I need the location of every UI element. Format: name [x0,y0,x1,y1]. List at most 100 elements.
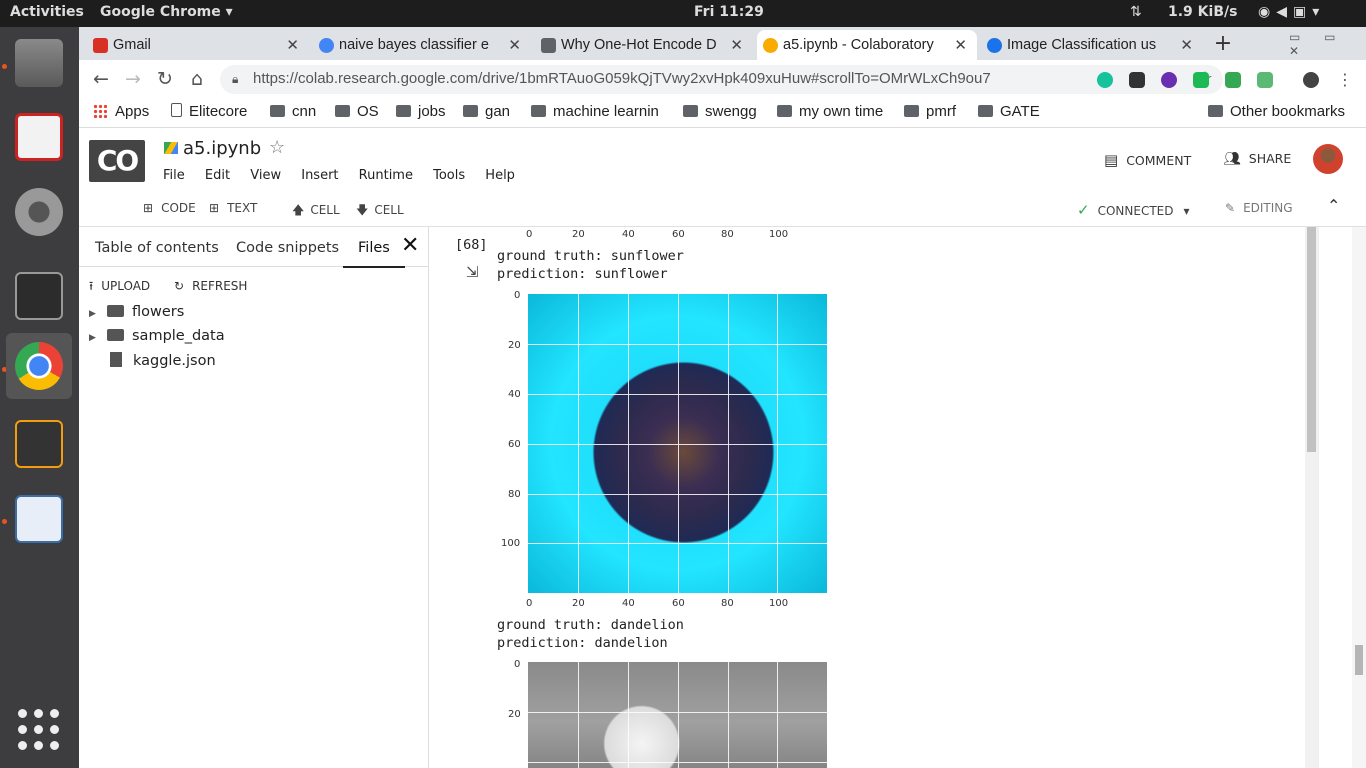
share-button[interactable]: 👥︎ SHARE [1223,151,1291,167]
upload-button[interactable]: ⭱ UPLOAD [89,279,150,293]
move-cell-up-button[interactable]: 🡅︎ CELL [292,201,340,222]
tab-gmail[interactable]: Gmail ✕ [87,30,309,60]
files-app-icon[interactable] [6,30,72,96]
menu-insert[interactable]: Insert [301,168,338,183]
address-bar[interactable]: 🔒︎ https://colab.research.google.com/dri… [220,65,1223,94]
menu-runtime[interactable]: Runtime [359,168,413,183]
bookmark-swengg[interactable]: swengg [683,103,757,120]
check-extension-icon[interactable] [1257,72,1273,88]
editing-label: EDITING [1243,201,1293,215]
page-scrollbar[interactable] [1352,227,1366,768]
activities-button[interactable]: Activities [10,4,84,20]
plus-box-icon: ⊞ [209,201,220,215]
profile-icon[interactable] [1303,72,1319,88]
save-extension-icon[interactable] [1193,72,1209,88]
menu-edit[interactable]: Edit [205,168,230,183]
back-arrow-icon[interactable]: ← [89,67,113,91]
home-icon[interactable]: ⌂ [185,67,209,91]
menu-view[interactable]: View [250,168,281,183]
tab-one-hot[interactable]: Why One-Hot Encode D ✕ [535,30,753,60]
tree-item-sample-data[interactable]: ▶ sample_data [89,328,225,344]
close-panel-icon[interactable]: ✕ [401,233,419,258]
page-scrollbar-thumb[interactable] [1355,645,1363,675]
close-tab-icon[interactable]: ✕ [508,36,521,54]
dandelion-image [528,662,827,768]
bookmark-gan[interactable]: gan [463,103,510,120]
bookmark-pmrf[interactable]: pmrf [904,103,956,120]
terminal-app-icon[interactable] [6,263,72,329]
new-tab-button[interactable]: + [1210,31,1236,57]
tab-code-snippets[interactable]: Code snippets [236,240,339,256]
bookmark-os[interactable]: OS [335,103,379,120]
scrollbar-thumb[interactable] [1307,227,1316,452]
system-tray-icon[interactable]: ◉◀▣▾ [1258,4,1325,20]
tab-files[interactable]: Files [343,240,405,268]
bookmark-elitecore[interactable]: Elitecore [171,103,247,120]
close-tab-icon[interactable]: ✕ [286,36,299,54]
add-text-button[interactable]: ⊞ TEXT [209,201,257,215]
sublime-app-icon[interactable] [6,411,72,477]
close-tab-icon[interactable]: ✕ [730,36,743,54]
url-text: https://colab.research.google.com/drive/… [253,70,991,87]
refresh-button[interactable]: ↻ REFRESH [174,279,247,293]
notebook-title[interactable]: a5.ipynb [183,138,261,159]
colab-logo[interactable]: CO [89,140,145,182]
extension-icon[interactable] [1129,72,1145,88]
tree-item-kaggle-json[interactable]: kaggle.json [89,352,216,369]
move-cell-down-button[interactable]: 🡇︎ CELL [356,201,404,222]
menu-file[interactable]: File [163,168,185,183]
close-tab-icon[interactable]: ✕ [954,36,967,54]
add-code-button[interactable]: ⊞ CODE [143,201,196,215]
bookmark-machine-learning[interactable]: machine learnin [531,103,669,120]
bookmark-my-own-time[interactable]: my own time [777,103,883,120]
clock[interactable]: Fri 11:29 [694,4,764,20]
expand-arrow-icon[interactable]: ▶ [89,309,107,319]
share-label: SHARE [1248,151,1292,166]
tree-item-flowers[interactable]: ▶ flowers [89,304,184,320]
blue-circle-icon [987,38,1002,53]
menu-help[interactable]: Help [485,168,515,183]
download-icon[interactable] [1161,72,1177,88]
prediction-text: prediction: sunflower [497,266,668,282]
menu-kebab-icon[interactable]: ⋮ [1337,72,1353,88]
grammarly-icon[interactable] [1097,72,1113,88]
comment-label: COMMENT [1126,153,1192,168]
cell-up-label: CELL [310,203,340,217]
bookmark-gate[interactable]: GATE [978,103,1040,120]
bookmark-label: swengg [705,103,757,120]
settings-app-icon[interactable] [6,179,72,245]
bookmark-apps[interactable]: Apps [93,103,149,120]
star-icon[interactable]: ☆ [269,137,285,158]
avatar[interactable] [1313,144,1343,174]
chevron-up-icon[interactable]: ⌃ [1327,196,1340,215]
lock-icon[interactable]: 🔒︎ [232,72,238,87]
show-applications-icon[interactable] [18,709,60,751]
expand-arrow-icon[interactable]: ▶ [89,333,107,343]
bookmark-cnn[interactable]: cnn [270,103,316,120]
menu-tools[interactable]: Tools [433,168,465,183]
comment-button[interactable]: ▤ COMMENT [1104,151,1191,169]
tick-label: 40 [622,229,635,240]
tab-colab[interactable]: a5.ipynb - Colaboratory ✕ [757,30,977,60]
tick-label: 0 [526,598,533,609]
window-controls-icon[interactable]: ▭ ▭ ✕ [1289,30,1366,58]
reload-icon[interactable]: ↻ [153,67,177,91]
tab-title: naive bayes classifier e [339,37,489,53]
bookmark-jobs[interactable]: jobs [396,103,446,120]
chrome-app-icon[interactable] [6,333,72,399]
forward-arrow-icon[interactable]: → [121,67,145,91]
vue-extension-icon[interactable] [1225,72,1241,88]
connected-status[interactable]: ✓ CONNECTED ▾ [1077,201,1190,219]
output-redirect-icon[interactable]: ⇲ [466,263,479,281]
app-menu[interactable]: Google Chrome ▾ [100,4,233,20]
tab-image-classification[interactable]: Image Classification us ✕ [981,30,1203,60]
close-tab-icon[interactable]: ✕ [1180,36,1193,54]
editing-mode[interactable]: ✎ EDITING [1225,201,1293,215]
notebook-scrollbar[interactable] [1305,227,1318,768]
document-viewer-app-icon[interactable] [6,486,72,552]
tab-naive-bayes[interactable]: naive bayes classifier e ✕ [313,30,531,60]
text-editor-app-icon[interactable] [6,104,72,170]
tab-table-of-contents[interactable]: Table of contents [95,240,219,256]
bookmark-other[interactable]: Other bookmarks [1208,103,1345,120]
bookmark-label: GATE [1000,103,1040,120]
